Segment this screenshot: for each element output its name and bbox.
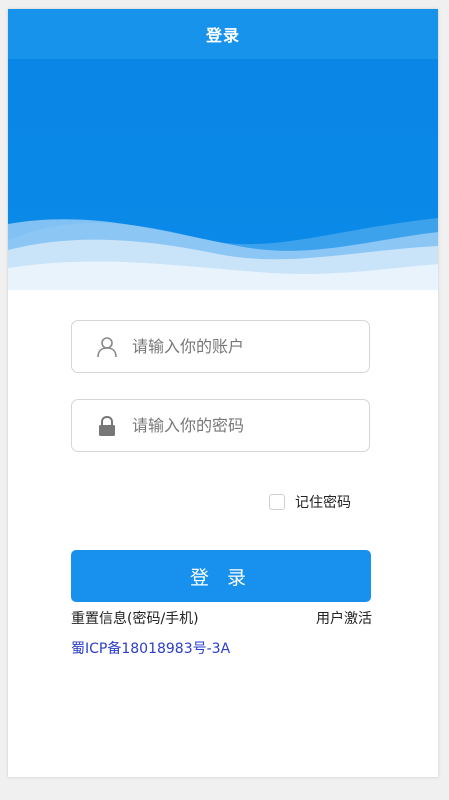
lock-icon bbox=[99, 415, 115, 436]
link-row: 重置信息(密码/手机) 用户激活 bbox=[71, 608, 372, 628]
reset-info-link[interactable]: 重置信息(密码/手机) bbox=[71, 608, 199, 628]
remember-label: 记住密码 bbox=[295, 495, 351, 511]
page-title: 登录 bbox=[205, 26, 240, 45]
account-input[interactable] bbox=[132, 337, 352, 356]
activate-user-link[interactable]: 用户激活 bbox=[316, 608, 372, 628]
password-input[interactable] bbox=[132, 416, 352, 435]
login-button[interactable]: 登 录 bbox=[71, 550, 371, 602]
remember-checkbox[interactable] bbox=[269, 494, 285, 510]
login-page: 登录 记住密码 登 录 重置信息(密码/手机) 用户激活 蜀ICP备180189… bbox=[8, 9, 438, 777]
remember-password[interactable]: 记住密码 bbox=[269, 492, 351, 512]
user-icon bbox=[97, 336, 117, 357]
password-field[interactable] bbox=[71, 399, 370, 452]
wave-decoration bbox=[8, 218, 438, 290]
top-bar: 登录 bbox=[8, 9, 438, 59]
account-field[interactable] bbox=[71, 320, 370, 373]
hero-banner bbox=[8, 59, 438, 290]
icp-link[interactable]: 蜀ICP备18018983号-3A bbox=[71, 638, 230, 658]
